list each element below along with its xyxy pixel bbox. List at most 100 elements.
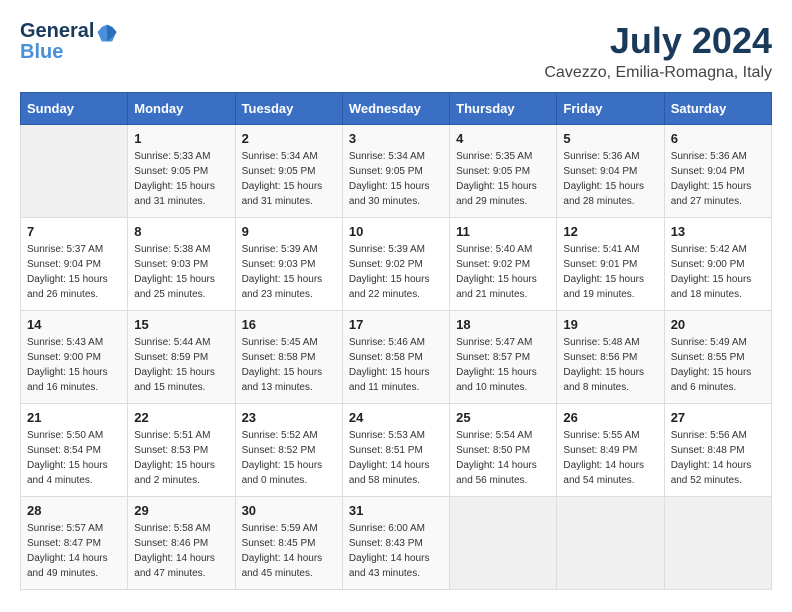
day-number: 24 bbox=[349, 410, 443, 425]
day-info: Sunrise: 5:52 AM Sunset: 8:52 PM Dayligh… bbox=[242, 428, 336, 488]
day-number: 19 bbox=[563, 317, 657, 332]
logo-icon bbox=[96, 21, 118, 43]
weekday-header-saturday: Saturday bbox=[664, 93, 771, 125]
calendar-cell: 16 Sunrise: 5:45 AM Sunset: 8:58 PM Dayli… bbox=[235, 311, 342, 404]
day-number: 1 bbox=[134, 131, 228, 146]
day-number: 17 bbox=[349, 317, 443, 332]
day-info: Sunrise: 5:37 AM Sunset: 9:04 PM Dayligh… bbox=[27, 242, 121, 302]
calendar-week-row: 28Sunrise: 5:57 AM Sunset: 8:47 PM Dayli… bbox=[21, 497, 772, 590]
day-info: Sunrise: 5:42 AM Sunset: 9:00 PM Dayligh… bbox=[671, 242, 765, 302]
calendar-cell: 21 Sunrise: 5:50 AM Sunset: 8:54 PM Dayli… bbox=[21, 404, 128, 497]
weekday-header-monday: Monday bbox=[128, 93, 235, 125]
day-number: 3 bbox=[349, 131, 443, 146]
calendar-cell bbox=[664, 497, 771, 590]
calendar-cell bbox=[21, 125, 128, 218]
day-number: 31 bbox=[349, 503, 443, 518]
day-info: Sunrise: 5:56 AM Sunset: 8:48 PM Dayligh… bbox=[671, 428, 765, 488]
day-info: Sunrise: 5:38 AM Sunset: 9:03 PM Dayligh… bbox=[134, 242, 228, 302]
day-info: Sunrise: 5:44 AM Sunset: 8:59 PM Dayligh… bbox=[134, 335, 228, 395]
day-info: Sunrise: 5:57 AM Sunset: 8:47 PM Dayligh… bbox=[27, 521, 121, 581]
calendar-cell: 30 Sunrise: 5:59 AM Sunset: 8:45 PM Dayli… bbox=[235, 497, 342, 590]
month-year: July 2024 bbox=[544, 20, 772, 62]
location: Cavezzo, Emilia-Romagna, Italy bbox=[544, 64, 772, 82]
day-number: 9 bbox=[242, 224, 336, 239]
day-info: Sunrise: 5:47 AM Sunset: 8:57 PM Dayligh… bbox=[456, 335, 550, 395]
day-number: 30 bbox=[242, 503, 336, 518]
day-number: 18 bbox=[456, 317, 550, 332]
calendar-cell: 20Sunrise: 5:49 AM Sunset: 8:55 PM Dayli… bbox=[664, 311, 771, 404]
day-info: Sunrise: 5:36 AM Sunset: 9:04 PM Dayligh… bbox=[671, 149, 765, 209]
day-number: 10 bbox=[349, 224, 443, 239]
calendar-cell: 18 Sunrise: 5:47 AM Sunset: 8:57 PM Dayli… bbox=[450, 311, 557, 404]
calendar-cell: 13 Sunrise: 5:42 AM Sunset: 9:00 PM Dayli… bbox=[664, 218, 771, 311]
day-info: Sunrise: 5:34 AM Sunset: 9:05 PM Dayligh… bbox=[349, 149, 443, 209]
calendar-week-row: 14Sunrise: 5:43 AM Sunset: 9:00 PM Dayli… bbox=[21, 311, 772, 404]
day-number: 26 bbox=[563, 410, 657, 425]
day-info: Sunrise: 5:50 AM Sunset: 8:54 PM Dayligh… bbox=[27, 428, 121, 488]
day-info: Sunrise: 5:58 AM Sunset: 8:46 PM Dayligh… bbox=[134, 521, 228, 581]
day-info: Sunrise: 5:46 AM Sunset: 8:58 PM Dayligh… bbox=[349, 335, 443, 395]
day-number: 7 bbox=[27, 224, 121, 239]
calendar-cell: 29Sunrise: 5:58 AM Sunset: 8:46 PM Dayli… bbox=[128, 497, 235, 590]
day-number: 2 bbox=[242, 131, 336, 146]
day-info: Sunrise: 5:59 AM Sunset: 8:45 PM Dayligh… bbox=[242, 521, 336, 581]
day-number: 13 bbox=[671, 224, 765, 239]
calendar-cell: 22 Sunrise: 5:51 AM Sunset: 8:53 PM Dayli… bbox=[128, 404, 235, 497]
day-info: Sunrise: 5:48 AM Sunset: 8:56 PM Dayligh… bbox=[563, 335, 657, 395]
day-number: 15 bbox=[134, 317, 228, 332]
logo-text: General bbox=[20, 20, 118, 43]
calendar-cell: 14Sunrise: 5:43 AM Sunset: 9:00 PM Dayli… bbox=[21, 311, 128, 404]
weekday-header-wednesday: Wednesday bbox=[342, 93, 449, 125]
calendar-week-row: 21 Sunrise: 5:50 AM Sunset: 8:54 PM Dayli… bbox=[21, 404, 772, 497]
calendar-cell bbox=[557, 497, 664, 590]
calendar-cell: 1 Sunrise: 5:33 AM Sunset: 9:05 PM Daylig… bbox=[128, 125, 235, 218]
calendar-cell: 2 Sunrise: 5:34 AM Sunset: 9:05 PM Daylig… bbox=[235, 125, 342, 218]
day-info: Sunrise: 5:45 AM Sunset: 8:58 PM Dayligh… bbox=[242, 335, 336, 395]
day-info: Sunrise: 5:54 AM Sunset: 8:50 PM Dayligh… bbox=[456, 428, 550, 488]
day-info: Sunrise: 6:00 AM Sunset: 8:43 PM Dayligh… bbox=[349, 521, 443, 581]
day-number: 8 bbox=[134, 224, 228, 239]
day-info: Sunrise: 5:49 AM Sunset: 8:55 PM Dayligh… bbox=[671, 335, 765, 395]
day-number: 21 bbox=[27, 410, 121, 425]
logo: General Blue bbox=[20, 20, 118, 63]
calendar-cell: 17 Sunrise: 5:46 AM Sunset: 8:58 PM Dayli… bbox=[342, 311, 449, 404]
calendar-cell: 25 Sunrise: 5:54 AM Sunset: 8:50 PM Dayli… bbox=[450, 404, 557, 497]
calendar-cell: 7 Sunrise: 5:37 AM Sunset: 9:04 PM Daylig… bbox=[21, 218, 128, 311]
day-info: Sunrise: 5:36 AM Sunset: 9:04 PM Dayligh… bbox=[563, 149, 657, 209]
calendar-cell bbox=[450, 497, 557, 590]
day-info: Sunrise: 5:39 AM Sunset: 9:03 PM Dayligh… bbox=[242, 242, 336, 302]
calendar-cell: 4Sunrise: 5:35 AM Sunset: 9:05 PM Daylig… bbox=[450, 125, 557, 218]
day-info: Sunrise: 5:33 AM Sunset: 9:05 PM Dayligh… bbox=[134, 149, 228, 209]
day-info: Sunrise: 5:34 AM Sunset: 9:05 PM Dayligh… bbox=[242, 149, 336, 209]
day-number: 11 bbox=[456, 224, 550, 239]
calendar-cell: 15 Sunrise: 5:44 AM Sunset: 8:59 PM Dayli… bbox=[128, 311, 235, 404]
weekday-header-friday: Friday bbox=[557, 93, 664, 125]
calendar-week-row: 7 Sunrise: 5:37 AM Sunset: 9:04 PM Daylig… bbox=[21, 218, 772, 311]
day-info: Sunrise: 5:35 AM Sunset: 9:05 PM Dayligh… bbox=[456, 149, 550, 209]
calendar-cell: 12 Sunrise: 5:41 AM Sunset: 9:01 PM Dayli… bbox=[557, 218, 664, 311]
calendar-cell: 23Sunrise: 5:52 AM Sunset: 8:52 PM Dayli… bbox=[235, 404, 342, 497]
day-number: 25 bbox=[456, 410, 550, 425]
day-number: 27 bbox=[671, 410, 765, 425]
calendar-cell: 6Sunrise: 5:36 AM Sunset: 9:04 PM Daylig… bbox=[664, 125, 771, 218]
day-info: Sunrise: 5:53 AM Sunset: 8:51 PM Dayligh… bbox=[349, 428, 443, 488]
calendar-table: SundayMondayTuesdayWednesdayThursdayFrid… bbox=[20, 92, 772, 590]
calendar-cell: 10 Sunrise: 5:39 AM Sunset: 9:02 PM Dayli… bbox=[342, 218, 449, 311]
day-number: 5 bbox=[563, 131, 657, 146]
calendar-cell: 26Sunrise: 5:55 AM Sunset: 8:49 PM Dayli… bbox=[557, 404, 664, 497]
calendar-cell: 27 Sunrise: 5:56 AM Sunset: 8:48 PM Dayli… bbox=[664, 404, 771, 497]
calendar-body: 1 Sunrise: 5:33 AM Sunset: 9:05 PM Daylig… bbox=[21, 125, 772, 590]
weekday-header-tuesday: Tuesday bbox=[235, 93, 342, 125]
day-number: 16 bbox=[242, 317, 336, 332]
day-info: Sunrise: 5:51 AM Sunset: 8:53 PM Dayligh… bbox=[134, 428, 228, 488]
calendar-cell: 19 Sunrise: 5:48 AM Sunset: 8:56 PM Dayli… bbox=[557, 311, 664, 404]
calendar-cell: 9 Sunrise: 5:39 AM Sunset: 9:03 PM Daylig… bbox=[235, 218, 342, 311]
day-number: 12 bbox=[563, 224, 657, 239]
day-number: 14 bbox=[27, 317, 121, 332]
day-number: 22 bbox=[134, 410, 228, 425]
calendar-week-row: 1 Sunrise: 5:33 AM Sunset: 9:05 PM Daylig… bbox=[21, 125, 772, 218]
calendar-cell: 28Sunrise: 5:57 AM Sunset: 8:47 PM Dayli… bbox=[21, 497, 128, 590]
calendar-cell: 11Sunrise: 5:40 AM Sunset: 9:02 PM Dayli… bbox=[450, 218, 557, 311]
day-info: Sunrise: 5:41 AM Sunset: 9:01 PM Dayligh… bbox=[563, 242, 657, 302]
day-info: Sunrise: 5:39 AM Sunset: 9:02 PM Dayligh… bbox=[349, 242, 443, 302]
